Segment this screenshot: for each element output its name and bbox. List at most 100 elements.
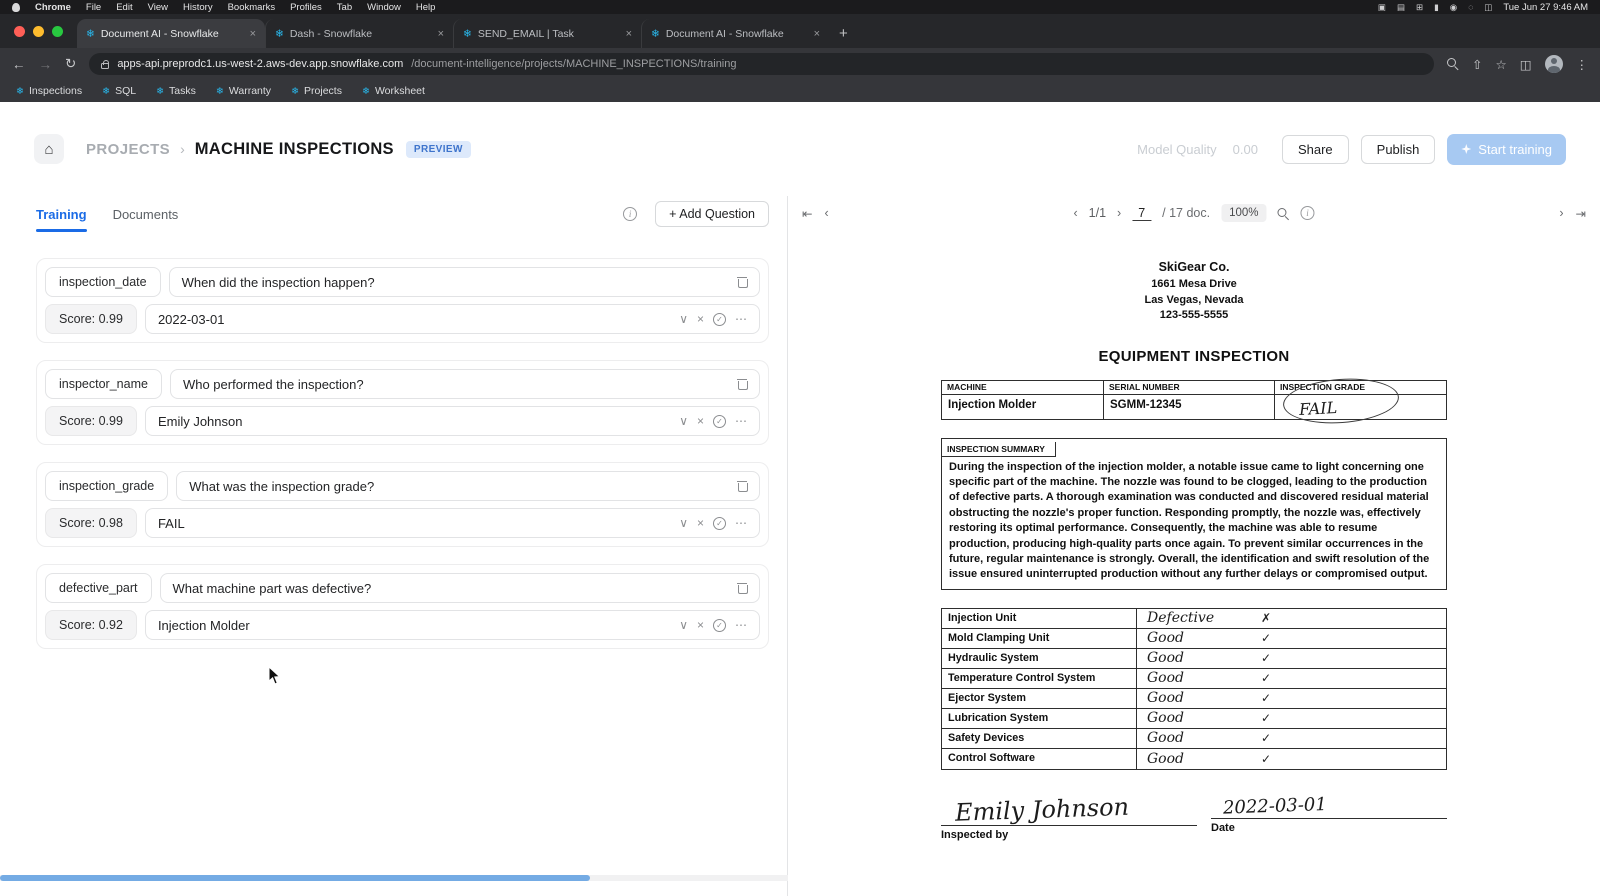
question-input[interactable]: Who performed the inspection?	[169, 369, 760, 399]
menu-chrome[interactable]: Chrome	[35, 2, 71, 13]
ellipsis-icon[interactable]: ⋯	[735, 619, 747, 631]
share-button[interactable]: Share	[1281, 134, 1349, 164]
tab-documents[interactable]: Documents	[113, 196, 179, 232]
bookmark-sql[interactable]: ❄ SQL	[102, 85, 136, 97]
chevron-down-icon[interactable]: ∨	[679, 313, 688, 325]
profile-avatar[interactable]	[1544, 55, 1563, 73]
add-question-button[interactable]: + Add Question	[655, 201, 769, 227]
prev-page-icon[interactable]: ‹	[1073, 206, 1077, 220]
bookmark-star-icon[interactable]: ☆	[1495, 57, 1506, 72]
back-icon[interactable]: ←	[12, 57, 26, 72]
close-window-button[interactable]	[14, 25, 25, 37]
doc-number-input[interactable]: 7	[1132, 206, 1152, 221]
battery-icon[interactable]: ▮	[1434, 2, 1439, 13]
answer-input[interactable]: Injection Molder ∨ × ✓ ⋯	[144, 610, 760, 640]
reload-icon[interactable]: ↻	[65, 56, 76, 72]
more-menu-icon[interactable]: ⋮	[1576, 57, 1589, 72]
reject-icon[interactable]: ×	[697, 619, 704, 631]
menu-view[interactable]: View	[148, 2, 168, 13]
viewer-info-icon[interactable]: i	[1300, 206, 1315, 220]
minimize-window-button[interactable]	[33, 25, 44, 37]
ellipsis-icon[interactable]: ⋯	[735, 415, 747, 427]
trash-icon[interactable]	[737, 378, 748, 390]
field-name-chip[interactable]: inspection_date	[45, 267, 161, 297]
chevron-down-icon[interactable]: ∨	[679, 517, 688, 529]
home-button[interactable]: ⌂	[34, 134, 64, 164]
menu-profiles[interactable]: Profiles	[290, 2, 322, 13]
wifi-icon[interactable]: ◉	[1450, 2, 1457, 13]
menubar-clock[interactable]: Tue Jun 27 9:46 AM	[1503, 2, 1588, 13]
horizontal-scrollbar[interactable]	[0, 875, 788, 881]
answer-input[interactable]: Emily Johnson ∨ × ✓ ⋯	[144, 406, 760, 436]
field-name-chip[interactable]: defective_part	[45, 573, 152, 603]
menu-history[interactable]: History	[183, 2, 213, 13]
share-icon[interactable]: ⇧	[1472, 57, 1482, 72]
display-icon[interactable]: ▤	[1397, 2, 1405, 13]
fullscreen-window-button[interactable]	[52, 25, 63, 37]
browser-tab-document-ai-2[interactable]: ❄ Document AI - Snowflake ×	[641, 19, 829, 48]
prev-doc-icon[interactable]: ‹	[824, 206, 828, 221]
chevron-down-icon[interactable]: ∨	[679, 415, 688, 427]
zoom-search-icon[interactable]	[1277, 208, 1290, 220]
screen-record-icon[interactable]: ▣	[1378, 2, 1386, 13]
browser-tab-dash[interactable]: ❄ Dash - Snowflake ×	[265, 19, 453, 48]
zoom-level[interactable]: 100%	[1221, 204, 1267, 222]
trash-icon[interactable]	[737, 480, 748, 492]
accept-icon[interactable]: ✓	[713, 516, 726, 530]
first-doc-icon[interactable]: ⇤	[802, 206, 812, 221]
question-input[interactable]: When did the inspection happen?	[168, 267, 760, 297]
next-doc-icon[interactable]: ›	[1559, 206, 1563, 221]
search-icon[interactable]	[1446, 58, 1459, 70]
tab-training[interactable]: Training	[36, 196, 87, 232]
tab-close-icon[interactable]: ×	[438, 28, 444, 40]
info-icon[interactable]: i	[623, 207, 638, 221]
menu-file[interactable]: File	[86, 2, 101, 13]
address-bar[interactable]: apps-api.preprodc1.us-west-2.aws-dev.app…	[89, 53, 1434, 75]
bookmark-warranty[interactable]: ❄ Warranty	[216, 85, 271, 97]
field-name-chip[interactable]: inspector_name	[45, 369, 162, 399]
tab-close-icon[interactable]: ×	[814, 28, 820, 40]
start-training-button[interactable]: Start training	[1447, 133, 1566, 165]
accept-icon[interactable]: ✓	[713, 414, 726, 428]
reject-icon[interactable]: ×	[697, 313, 704, 325]
chevron-down-icon[interactable]: ∨	[679, 619, 688, 631]
next-page-icon[interactable]: ›	[1117, 206, 1121, 220]
field-name-chip[interactable]: inspection_grade	[45, 471, 169, 501]
side-panel-icon[interactable]: ◫	[1520, 57, 1532, 72]
accept-icon[interactable]: ✓	[713, 618, 726, 632]
bookmark-inspections[interactable]: ❄ Inspections	[16, 85, 82, 97]
apple-menu-icon[interactable]	[12, 2, 20, 12]
menu-edit[interactable]: Edit	[116, 2, 132, 13]
answer-input[interactable]: 2022-03-01 ∨ × ✓ ⋯	[144, 304, 760, 334]
last-doc-icon[interactable]: ⇥	[1576, 206, 1586, 221]
new-tab-button[interactable]: +	[839, 25, 848, 42]
reject-icon[interactable]: ×	[697, 517, 704, 529]
forward-icon[interactable]: →	[39, 57, 53, 72]
menu-window[interactable]: Window	[367, 2, 401, 13]
tab-close-icon[interactable]: ×	[626, 28, 632, 40]
breadcrumb[interactable]: PROJECTS	[86, 141, 170, 158]
control-center-icon[interactable]: ◫	[1484, 2, 1492, 13]
scrollbar-thumb[interactable]	[0, 875, 590, 881]
reject-icon[interactable]: ×	[697, 415, 704, 427]
browser-tab-send-email[interactable]: ❄ SEND_EMAIL | Task ×	[453, 19, 641, 48]
bluetooth-icon[interactable]: ⊞	[1416, 2, 1423, 13]
question-input[interactable]: What machine part was defective?	[159, 573, 760, 603]
browser-tab-document-ai[interactable]: ❄ Document AI - Snowflake ×	[77, 19, 265, 48]
menu-bookmarks[interactable]: Bookmarks	[228, 2, 276, 13]
bookmark-tasks[interactable]: ❄ Tasks	[156, 85, 196, 97]
menu-help[interactable]: Help	[416, 2, 436, 13]
ellipsis-icon[interactable]: ⋯	[735, 517, 747, 529]
bookmark-projects[interactable]: ❄ Projects	[291, 85, 342, 97]
menu-tab[interactable]: Tab	[337, 2, 352, 13]
trash-icon[interactable]	[737, 276, 748, 288]
question-input[interactable]: What was the inspection grade?	[176, 471, 760, 501]
tab-close-icon[interactable]: ×	[250, 28, 256, 40]
trash-icon[interactable]	[737, 582, 748, 594]
ellipsis-icon[interactable]: ⋯	[735, 313, 747, 325]
accept-icon[interactable]: ✓	[713, 312, 726, 326]
answer-input[interactable]: FAIL ∨ × ✓ ⋯	[144, 508, 760, 538]
publish-button[interactable]: Publish	[1360, 134, 1436, 164]
bookmark-worksheet[interactable]: ❄ Worksheet	[362, 85, 425, 97]
spotlight-icon[interactable]: ◌	[1468, 2, 1473, 12]
